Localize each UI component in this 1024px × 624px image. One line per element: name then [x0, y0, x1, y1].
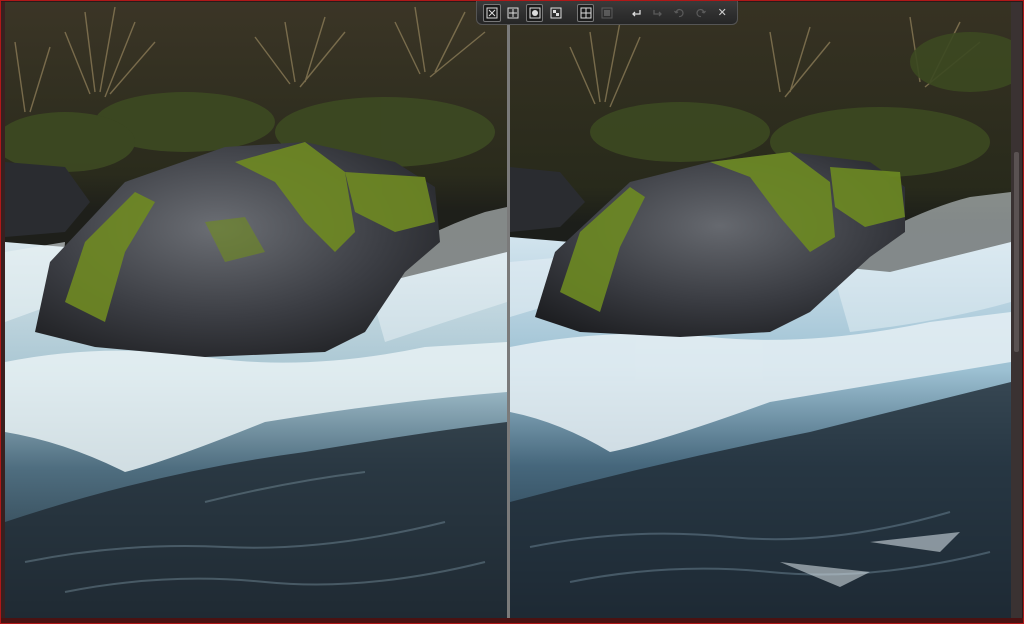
close-toolbar-button[interactable]: ✕	[713, 4, 730, 22]
grid-view-icon	[601, 7, 613, 18]
photo-right	[510, 2, 1011, 618]
vertical-scrollbar[interactable]	[1011, 2, 1022, 618]
previous-icon	[632, 9, 642, 16]
undo-button[interactable]	[671, 4, 688, 22]
compare-toolbar: ✕	[476, 1, 738, 25]
fit-view-button[interactable]	[483, 3, 501, 22]
previous-button[interactable]	[628, 4, 645, 22]
grid-view-button[interactable]	[598, 4, 615, 22]
fit-view-icon	[486, 7, 498, 18]
compare-pane-right[interactable]	[510, 2, 1011, 618]
split-view-icon	[580, 7, 592, 18]
undo-icon	[674, 8, 684, 17]
actual-size-button[interactable]	[505, 4, 522, 22]
compare-view-icon	[550, 7, 562, 18]
compare-pane-left[interactable]	[5, 2, 507, 618]
single-view-icon	[529, 7, 541, 18]
next-icon	[653, 9, 662, 16]
photo-left	[5, 2, 507, 618]
window-bottom-edge	[0, 618, 1024, 624]
single-view-button[interactable]	[525, 3, 544, 22]
scrollbar-thumb[interactable]	[1014, 152, 1019, 352]
redo-icon	[696, 8, 706, 17]
compare-view-button[interactable]	[547, 4, 564, 22]
redo-button[interactable]	[692, 4, 709, 22]
split-view-button[interactable]	[576, 3, 595, 22]
actual-size-icon	[507, 7, 519, 18]
next-button[interactable]	[649, 4, 666, 22]
close-icon: ✕	[717, 5, 727, 19]
